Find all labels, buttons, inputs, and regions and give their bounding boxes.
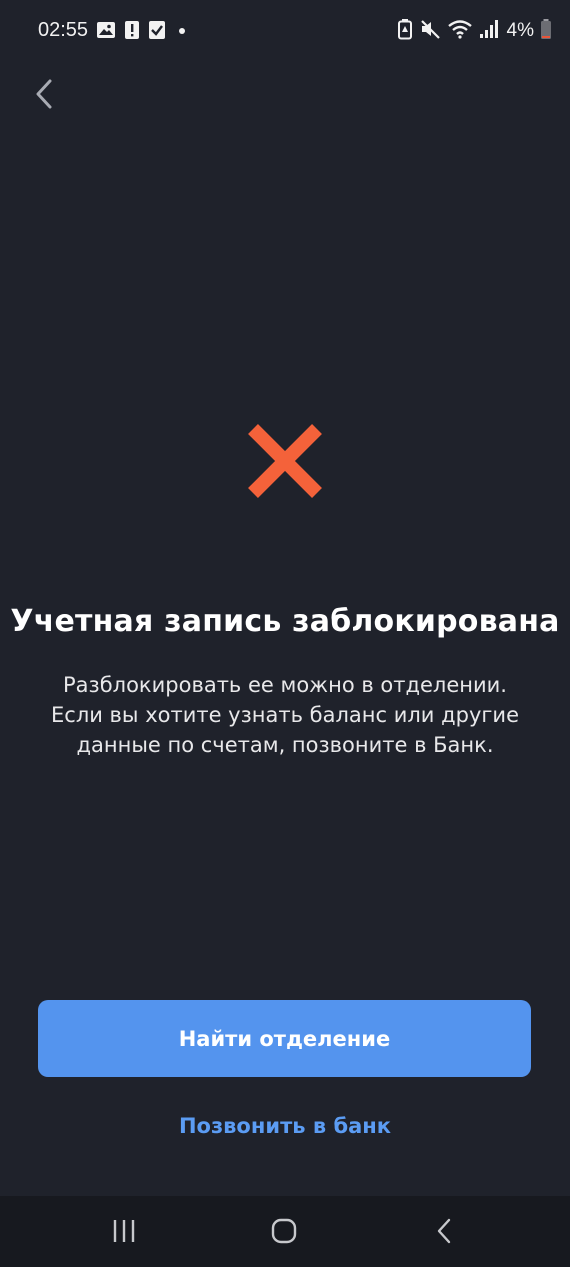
description-text: Разблокировать ее можно в отделении. Есл… [30,670,540,760]
dot-icon [174,20,188,44]
back-button[interactable] [26,74,62,114]
description-line: Если вы хотите узнать баланс или другие [51,703,519,727]
mute-icon [419,18,441,44]
home-icon [271,1218,297,1244]
back-icon [437,1218,451,1244]
call-bank-link[interactable]: Позвонить в банк [0,1114,570,1138]
status-left-icons [96,20,188,44]
recents-button[interactable] [104,1213,144,1249]
signal-icon [479,18,499,44]
status-time: 02:55 [38,19,89,41]
battery-percent: 4% [506,20,534,41]
alert-icon [124,20,140,44]
description-line: Разблокировать ее можно в отделении. [63,673,507,697]
battery-icon [540,18,552,44]
recents-icon [113,1220,135,1242]
close-icon [245,421,325,501]
battery-saver-icon [397,18,413,44]
chevron-left-icon [36,79,52,109]
status-right-icons: 4% [397,18,552,44]
blocked-account-screen: 02:55 4% Учетная запись заблокирована Ра… [0,0,570,1267]
wifi-icon [447,18,473,44]
system-nav-bar [0,1196,570,1267]
home-button[interactable] [264,1213,304,1249]
find-branch-button[interactable]: Найти отделение [38,1000,531,1077]
description-line: данные по счетам, позвоните в Банк. [76,733,494,757]
image-icon [96,21,116,43]
page-title: Учетная запись заблокирована [10,604,560,639]
check-box-icon [148,20,166,44]
nav-back-button[interactable] [424,1213,464,1249]
status-bar: 02:55 4% [0,0,570,64]
